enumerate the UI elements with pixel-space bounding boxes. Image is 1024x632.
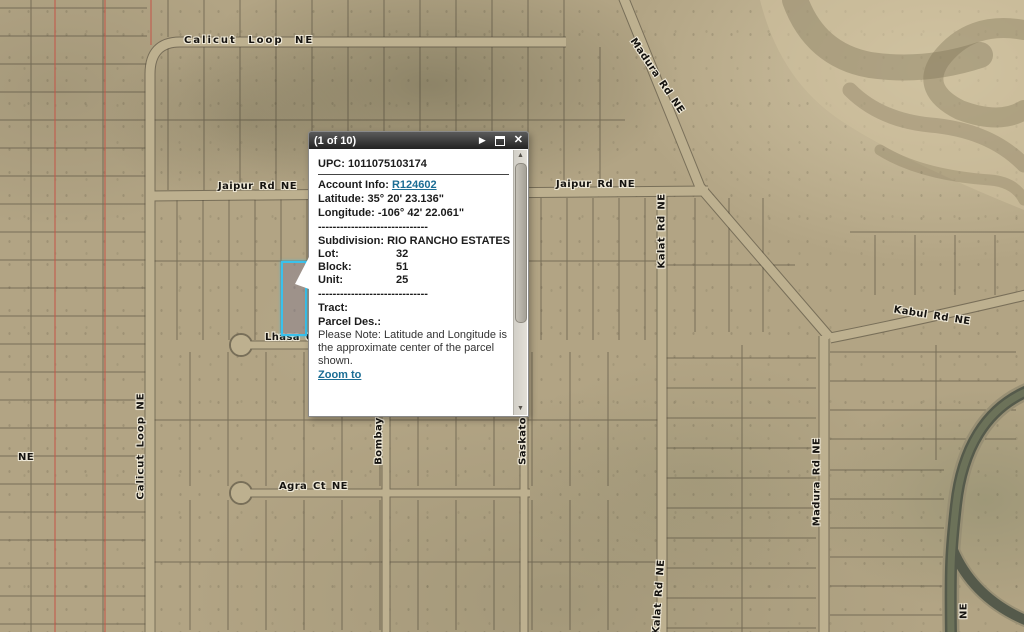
block-value: 51 <box>396 261 408 273</box>
road-label-madura-rd-south: Madura Rd NE <box>812 438 823 526</box>
scrollbar-thumb[interactable] <box>515 163 527 323</box>
zoom-to-row: Zoom to <box>318 368 511 382</box>
popup-titlebar[interactable]: (1 of 10) ▶ ✕ <box>309 132 528 149</box>
unit-label: Unit: <box>318 274 396 287</box>
scroll-down-icon[interactable]: ▼ <box>514 403 527 415</box>
unit-value: 25 <box>396 274 408 286</box>
road-label-jaipur-rd-west: Jaipur Rd NE <box>218 181 297 192</box>
parcel-info-popup: (1 of 10) ▶ ✕ UPC: 1011075103174 Account… <box>308 131 529 417</box>
upc-row: UPC: 1011075103174 <box>318 157 511 171</box>
tract-row: Tract: <box>318 301 511 315</box>
maximize-icon[interactable] <box>495 136 505 146</box>
parcel-des-row: Parcel Des.: <box>318 315 511 329</box>
popup-scrollbar[interactable]: ▲ ▼ <box>513 150 527 415</box>
dashed-divider: ------------------------------ <box>318 220 511 234</box>
map-canvas[interactable]: Calicut Loop NE Madura Rd NE Jaipur Rd N… <box>0 0 1024 632</box>
road-label-jaipur-rd-east: Jaipur Rd NE <box>556 179 635 190</box>
lot-value: 32 <box>396 248 408 260</box>
account-row: Account Info: R124602 <box>318 178 511 192</box>
upc-value: 1011075103174 <box>348 158 427 170</box>
road-label-ne-bottom-right: NE <box>959 603 970 619</box>
longitude-value: -106° 42' 22.061" <box>378 207 464 219</box>
block-label: Block: <box>318 261 396 274</box>
paved-road <box>951 390 1024 632</box>
scroll-up-icon[interactable]: ▲ <box>514 150 527 162</box>
account-label: Account Info: <box>318 179 389 191</box>
longitude-row: Longitude: -106° 42' 22.061" <box>318 206 511 220</box>
latitude-row: Latitude: 35° 20' 23.136" <box>318 192 511 206</box>
next-result-icon[interactable]: ▶ <box>479 133 486 148</box>
longitude-label: Longitude: <box>318 207 375 219</box>
block-row: Block:51 <box>318 261 511 274</box>
lot-row: Lot:32 <box>318 248 511 261</box>
popup-result-counter: (1 of 10) <box>314 135 470 147</box>
road-label-kalat-rd-upper: Kalat Rd NE <box>657 194 668 269</box>
zoom-to-link[interactable]: Zoom to <box>318 369 361 381</box>
lot-label: Lot: <box>318 248 396 261</box>
upc-label: UPC: <box>318 158 345 170</box>
note-text: Please Note: Latitude and Longitude is t… <box>318 329 511 368</box>
subdivision-row: Subdivision: RIO RANCHO ESTATES <box>318 234 511 248</box>
road-label-ne-left-edge: NE <box>18 452 34 463</box>
road-label-calicut-loop-top: Calicut Loop NE <box>184 35 314 46</box>
arroyo-wash <box>760 0 1024 210</box>
road-label-bombay-rd: Bombay <box>374 417 385 464</box>
dashed-divider-2: ------------------------------ <box>318 287 511 301</box>
road-label-saskato-rd: Saskato <box>518 417 529 465</box>
account-link[interactable]: R124602 <box>392 179 437 191</box>
subdivision-label: Subdivision: <box>318 235 384 247</box>
subdivision-value: RIO RANCHO ESTATES <box>387 235 510 247</box>
unit-row: Unit:25 <box>318 274 511 287</box>
divider-rule <box>318 174 509 175</box>
close-icon[interactable]: ✕ <box>514 133 523 148</box>
latitude-value: 35° 20' 23.136" <box>368 193 444 205</box>
popup-body: UPC: 1011075103174 Account Info: R124602… <box>309 149 514 416</box>
latitude-label: Latitude: <box>318 193 364 205</box>
popup-pointer <box>295 257 309 289</box>
road-label-agra-ct: Agra Ct NE <box>279 481 348 492</box>
road-label-calicut-loop-west: Calicut Loop NE <box>136 392 147 499</box>
